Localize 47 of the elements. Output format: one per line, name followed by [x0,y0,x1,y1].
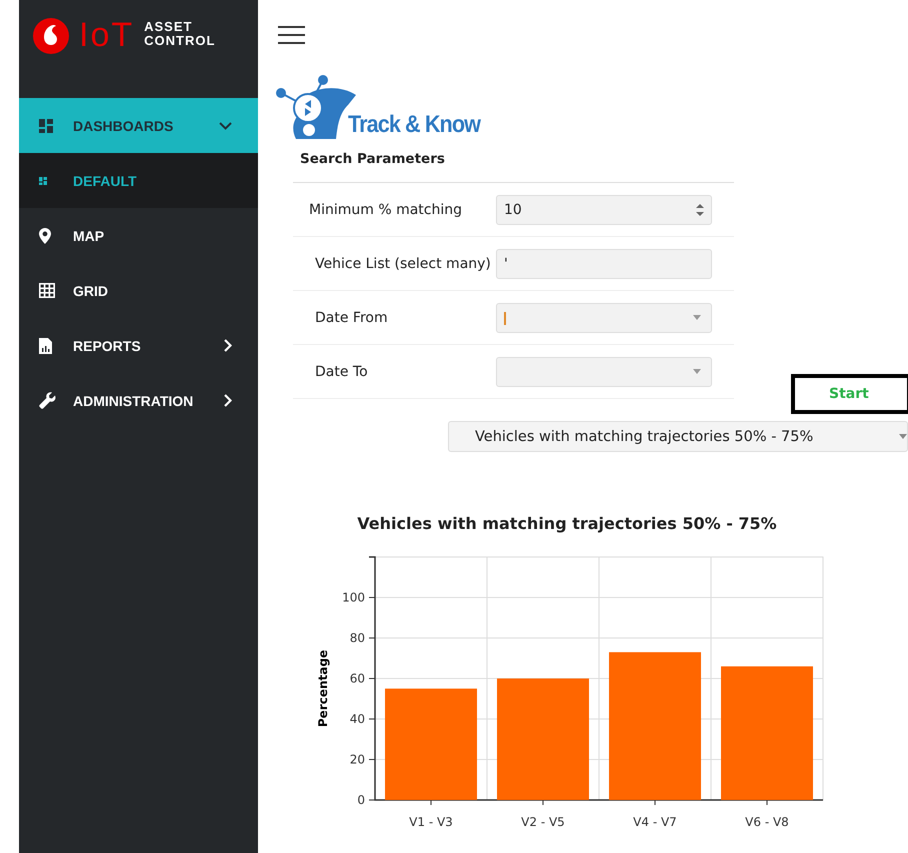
map-pin-icon [39,228,51,244]
chevron-down-icon [219,122,232,130]
sidebar-item[interactable]: ADMINISTRATION [19,373,258,428]
sidebar-item[interactable]: DEFAULT [19,153,258,208]
input-field[interactable]: ' [496,248,712,278]
axis-tick-label: V1 - V3 [409,815,453,829]
section-title: Search Parameters [300,151,445,167]
axis-title: Percentage [316,650,330,728]
brand-name: IoT [79,18,134,52]
axis-tick-label: 0 [357,793,365,807]
date-field[interactable] [496,302,712,332]
sidebar-item[interactable]: REPORTS [19,318,258,373]
sidebar-item[interactable]: GRID [19,263,258,318]
grid-icon [39,283,55,298]
field-label: Date To [314,364,369,380]
field-label: Minimum % matching [308,202,464,218]
axis-tick-label: 40 [350,712,365,726]
brand-subtitle: ASSET [144,20,194,34]
menu-icon[interactable] [278,25,305,45]
spinner-icon [696,202,704,216]
axis-tick-label: V4 - V7 [633,815,677,829]
caret-icon [899,434,907,439]
dashboard-icon [39,176,47,184]
axis-tick-label: V6 - V8 [745,815,789,829]
brand-subtitle: CONTROL [144,34,216,48]
chevron-right-icon [224,394,232,407]
axis-tick-label: 80 [350,631,365,645]
field-label: Vehice List (select many) [314,256,492,272]
report-icon [39,338,52,354]
axis-tick-label: 60 [350,672,365,686]
brand-logo-icon [33,18,69,54]
field-label: Date From [314,310,389,326]
wrench-icon [39,392,56,409]
chart-title: Vehicles with matching trajectories 50% - 75% [356,514,778,533]
axis-tick-label: 20 [350,752,365,766]
caret-icon [693,369,701,374]
chart-select[interactable]: Vehicles with matching trajectories 50% - 75% [448,421,908,452]
chevron-right-icon [224,339,232,352]
sidebar-item[interactable]: MAP [19,208,258,263]
axis-tick-label: V2 - V5 [521,815,565,829]
dashboard-icon [39,118,53,132]
axis-tick-label: 100 [342,590,365,604]
sidebar-item[interactable]: DASHBOARDS [19,98,258,153]
number-field[interactable]: 10 [496,194,712,224]
brand-name: Track & Know [348,111,480,139]
caret-icon [693,315,701,320]
date-field[interactable] [496,356,712,386]
